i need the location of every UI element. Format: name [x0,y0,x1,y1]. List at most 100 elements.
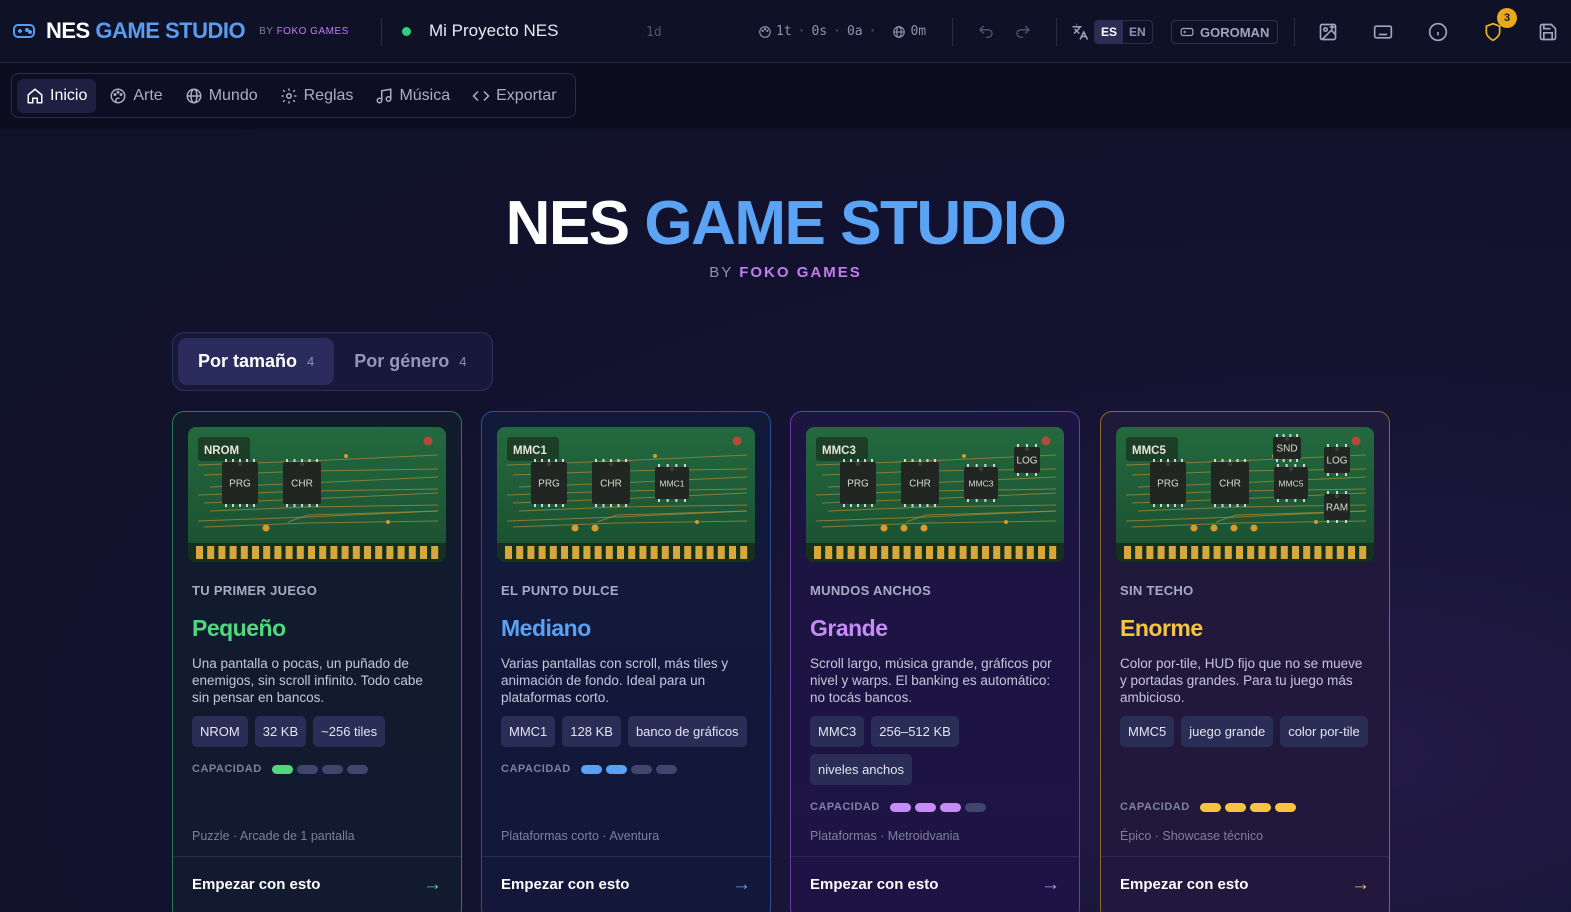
start-button[interactable]: Empezar con esto [501,876,629,893]
palette-icon [110,88,126,103]
svg-text:MMC3: MMC3 [968,479,993,489]
spec-chip: banco de gráficos [627,716,747,747]
tab-arte[interactable]: Arte [100,79,171,113]
spec-chips: MMC1 128 KB banco de gráficos [501,716,761,754]
capacity-label: CAPACIDAD [810,801,880,813]
template-card[interactable]: MMC3 PRG CHR MMC3 LOG MUNDOS ANCHOS Grande S… [790,411,1080,912]
tab-reglas[interactable]: Reglas [271,79,363,113]
svg-text:MMC5: MMC5 [1278,479,1303,489]
project-status-dot [402,26,411,36]
brand[interactable]: NES GAME STUDIO BY FOKO GAMES [12,18,349,44]
pcb-chip: CHR [283,459,321,507]
capacity-pill [605,764,627,774]
capacity-pill [655,764,677,774]
svg-text:CHR: CHR [291,479,313,490]
spec-chip: 256–512 KB [871,716,959,747]
svg-text:SND: SND [1276,444,1297,455]
pcb-chip: CHR [901,459,939,507]
gamepad-icon [1180,27,1194,37]
spec-chip: niveles anchos [810,754,912,785]
capacity-meter: CAPACIDAD [1120,801,1296,813]
stat-sprites: 0s [811,24,828,39]
divider [1294,18,1295,46]
project-name[interactable]: Mi Proyecto NES [429,21,558,41]
main-tabs: Inicio Arte Mundo Reglas Música Exportar [11,73,576,118]
save-button[interactable] [1535,19,1561,45]
divider [1056,18,1057,46]
svg-text:MMC5: MMC5 [1132,445,1166,457]
save-icon [1539,23,1557,41]
capacity-pill [321,764,343,774]
spec-chips: NROM 32 KB ~256 tiles [192,716,452,754]
filter-by-size[interactable]: Por tamaño 4 [178,338,335,385]
notification-badge: 3 [1497,8,1517,28]
start-button[interactable]: Empezar con esto [1120,876,1248,893]
capacity-pill [296,764,318,774]
lang-en[interactable]: EN [1123,21,1152,43]
redo-button[interactable] [1010,19,1036,45]
language-switch: ES EN [1094,20,1153,44]
keyboard-button[interactable] [1370,19,1396,45]
arrow-right-icon: → [1041,874,1060,895]
pcb-chip: MMC3 [964,464,998,502]
capacity-pill [1249,802,1271,812]
tab-label: Arte [133,86,163,104]
pcb-chip: MMC1 [655,464,689,502]
template-card[interactable]: MMC1 PRG CHR MMC1 EL PUNTO DULCE Mediano Va… [481,411,771,912]
start-button[interactable]: Empezar con esto [192,876,320,893]
svg-text:PRG: PRG [229,479,251,490]
project-selector[interactable]: Mi Proyecto NES [402,21,558,41]
svg-text:CHR: CHR [600,479,622,490]
card-description: Scroll largo, música grande, gráficos po… [810,656,1052,705]
svg-text:CHR: CHR [1219,479,1241,490]
project-age: 1d [646,25,662,40]
spec-chip: 32 KB [254,716,307,747]
pcb-chip: CHR [1211,459,1249,507]
divider [952,18,953,46]
card-eyebrow: EL PUNTO DULCE [501,583,619,598]
spec-chips: MMC3 256–512 KB niveles anchos [810,716,1070,792]
svg-text:CHR: CHR [909,479,931,490]
template-card[interactable]: MMC5 PRG CHR MMC5 SND LOG RAM SIN TECHO Enorme… [1100,411,1390,912]
start-button[interactable]: Empezar con esto [810,876,938,893]
lang-es[interactable]: ES [1095,21,1124,43]
project-stats: 1t · 0s · 0a · 0m [758,24,926,39]
spec-chip: MMC5 [1120,716,1175,747]
capacity-label: CAPACIDAD [501,763,571,775]
capacity-pill [580,764,602,774]
capacity-pill [889,802,911,812]
translate-button[interactable] [1067,19,1093,45]
undo-button[interactable] [973,19,999,45]
card-eyebrow: MUNDOS ANCHOS [810,583,932,598]
controller-button[interactable]: GOROMAN [1171,20,1279,44]
svg-text:PRG: PRG [538,479,560,490]
tab-exportar[interactable]: Exportar [463,79,565,113]
redo-icon [1016,25,1031,38]
svg-text:MMC1: MMC1 [659,479,684,489]
pcb-chip: MMC5 [1274,464,1308,502]
divider [381,18,382,46]
info-button[interactable] [1425,19,1451,45]
filter-count: 4 [307,354,315,369]
pcb-chip: PRG [222,459,258,507]
capacity-pill [1199,802,1221,812]
tab-mundo[interactable]: Mundo [176,79,267,113]
filter-by-genre[interactable]: Por género 4 [334,338,486,385]
filter-label: Por tamaño [198,351,298,371]
add-image-button[interactable] [1315,19,1341,45]
brand-title: NES GAME STUDIO [46,18,246,43]
card-genres: Plataformas · Metroidvania [810,829,960,843]
capacity-pill [1274,802,1296,812]
tab-inicio[interactable]: Inicio [17,78,97,113]
tab-musica[interactable]: Música [366,79,459,113]
template-card[interactable]: NROM PRG CHR TU PRIMER JUEGO Pequeño Una p… [172,411,462,912]
spec-chip: 128 KB [562,716,621,747]
card-eyebrow: SIN TECHO [1120,583,1194,598]
filter-count: 4 [459,354,467,369]
keyboard-icon [1373,25,1393,39]
pcb-chip: PRG [531,459,567,507]
controller-button-label: GOROMAN [1200,24,1270,40]
top-bar: NES GAME STUDIO BY FOKO GAMES Mi Proyect… [0,0,1571,63]
tab-label: Mundo [208,86,258,104]
card-title: Grande [810,615,888,641]
